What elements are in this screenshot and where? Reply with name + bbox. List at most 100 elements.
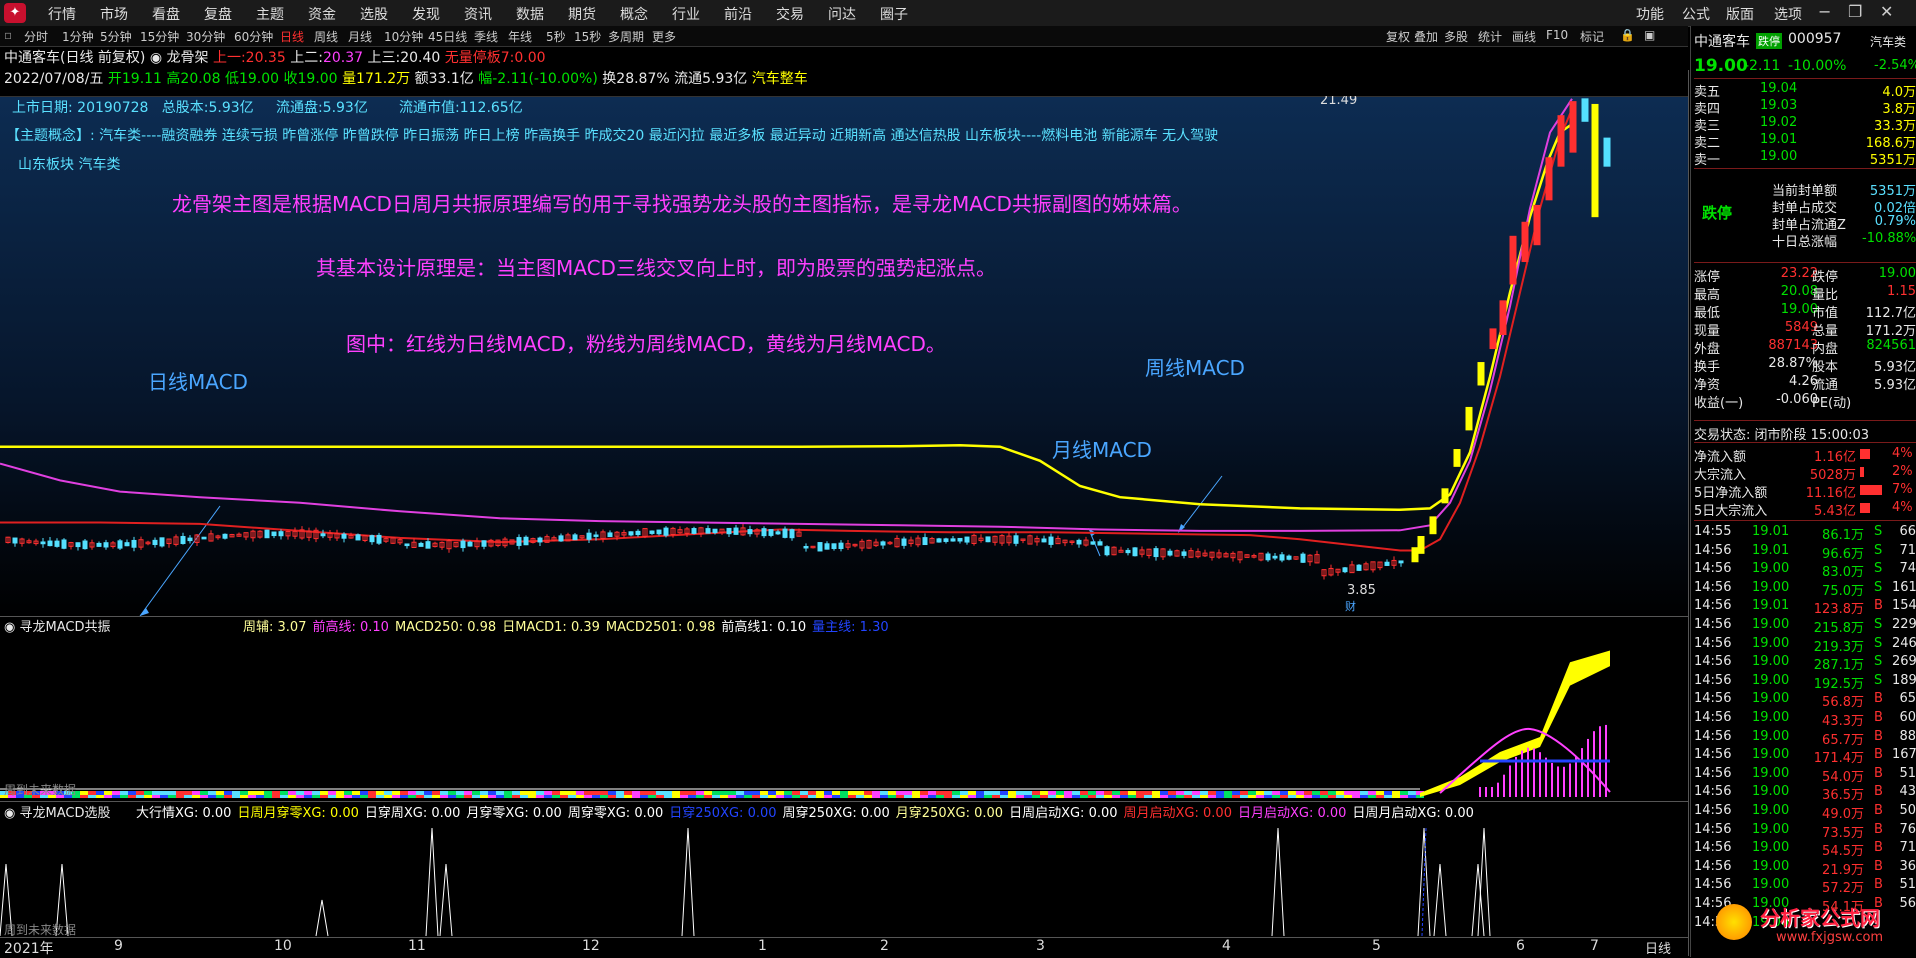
sub1-band xyxy=(896,791,904,795)
rally-candle xyxy=(1509,235,1517,285)
menu-6[interactable]: 选股 xyxy=(360,4,388,24)
toolbar-0[interactable]: 复权 xyxy=(1386,28,1410,45)
tick-count-13: 51 xyxy=(1899,765,1916,781)
restore-icon[interactable]: ❐ xyxy=(1848,2,1862,21)
toolbar-3[interactable]: 统计 xyxy=(1478,28,1502,45)
indicator-toggle-icon[interactable]: ◉ xyxy=(150,50,167,66)
period-3[interactable]: 15分钟 xyxy=(140,28,179,45)
menu-7[interactable]: 发现 xyxy=(412,4,440,24)
period-9[interactable]: 10分钟 xyxy=(384,28,423,45)
menu-12[interactable]: 行业 xyxy=(672,4,700,24)
period-13[interactable]: 5秒 xyxy=(546,28,566,45)
flow-pct-2: 7% xyxy=(1892,482,1913,497)
candle-body xyxy=(936,538,942,543)
stat-value-b-2: 112.7亿 xyxy=(1865,306,1916,321)
candle-body xyxy=(96,542,102,547)
period-11[interactable]: 季线 xyxy=(474,28,498,45)
sub1-band xyxy=(896,795,904,798)
period-0[interactable]: 分时 xyxy=(24,28,48,45)
period-12[interactable]: 年线 xyxy=(508,28,532,45)
menu-right-3[interactable]: 选项 xyxy=(1774,4,1802,24)
minimize-icon[interactable]: − xyxy=(1818,2,1831,21)
rally-candle xyxy=(1591,103,1599,218)
period-toggle-icon[interactable]: ▫ xyxy=(4,28,12,42)
menu-5[interactable]: 资金 xyxy=(308,4,336,24)
period-4[interactable]: 30分钟 xyxy=(186,28,225,45)
time-axis-unit[interactable]: 日线 xyxy=(1645,938,1671,957)
sub1-band xyxy=(112,791,120,795)
shang2-label: 上二: xyxy=(290,50,323,66)
toolbar-1[interactable]: 叠加 xyxy=(1414,28,1438,45)
tick-price-10: 19.00 xyxy=(1752,710,1790,725)
sub1-band xyxy=(1336,791,1344,795)
sub1-band xyxy=(1304,795,1312,798)
menu-4[interactable]: 主题 xyxy=(256,4,284,24)
toolbar-6[interactable]: 标记 xyxy=(1580,28,1604,45)
main-indicator-name[interactable]: 龙骨架 xyxy=(167,50,209,66)
sub1-band xyxy=(344,795,352,798)
sub1-band xyxy=(520,791,528,795)
period-8[interactable]: 月线 xyxy=(348,28,372,45)
candle-body xyxy=(1398,560,1404,564)
bar-change: 幅-2.11(-10.00%) xyxy=(478,71,598,87)
tick-count-17: 71 xyxy=(1899,840,1916,856)
time-label-9: 5 xyxy=(1372,938,1381,954)
lock-icon[interactable]: 🔒 xyxy=(1620,28,1635,42)
sub1-band xyxy=(632,791,640,795)
menu-10[interactable]: 期货 xyxy=(568,4,596,24)
period-10[interactable]: 45日线 xyxy=(428,28,467,45)
app-logo-icon[interactable]: ✦ xyxy=(4,3,26,23)
menu-11[interactable]: 概念 xyxy=(620,4,648,24)
toolbar-4[interactable]: 画线 xyxy=(1512,28,1536,45)
flow-label-0: 净流入额 xyxy=(1694,450,1747,465)
toolbar-2[interactable]: 多股 xyxy=(1444,28,1468,45)
macd-curves xyxy=(0,98,1576,552)
menu-15[interactable]: 问达 xyxy=(828,4,856,24)
sub1-band xyxy=(904,791,912,795)
menu-9[interactable]: 数据 xyxy=(516,4,544,24)
candle-body xyxy=(355,534,361,541)
sub1-band xyxy=(1040,791,1048,795)
menu-right-1[interactable]: 公式 xyxy=(1682,4,1710,24)
menu-2[interactable]: 看盘 xyxy=(152,4,180,24)
watermark-logo-icon xyxy=(1716,904,1752,940)
menu-13[interactable]: 前沿 xyxy=(724,4,752,24)
menu-3[interactable]: 复盘 xyxy=(204,4,232,24)
sub1-band xyxy=(1072,795,1080,798)
tick-side-1: S xyxy=(1874,542,1883,558)
period-6[interactable]: 日线 xyxy=(280,28,304,45)
menu-right-2[interactable]: 版面 xyxy=(1726,4,1754,24)
sub1-band xyxy=(264,795,272,798)
sub1-band xyxy=(408,791,416,795)
menu-0[interactable]: 行情 xyxy=(48,4,76,24)
period-7[interactable]: 周线 xyxy=(314,28,338,45)
sub1-band xyxy=(176,791,184,795)
split-icon[interactable]: ▣ xyxy=(1644,28,1655,42)
rally-candle xyxy=(1489,328,1497,350)
toolbar-5[interactable]: F10 xyxy=(1546,28,1568,42)
menu-right-0[interactable]: 功能 xyxy=(1636,4,1664,24)
close-icon[interactable]: ✕ xyxy=(1880,2,1893,21)
period-14[interactable]: 15秒 xyxy=(574,28,601,45)
period-15[interactable]: 多周期 xyxy=(608,28,644,45)
stat-value-b-4: 824561 xyxy=(1866,338,1916,353)
period-1[interactable]: 1分钟 xyxy=(62,28,94,45)
sub1-band xyxy=(240,795,248,798)
period-5[interactable]: 60分钟 xyxy=(234,28,273,45)
tick-side-2: S xyxy=(1874,561,1883,577)
candle-body xyxy=(950,538,956,542)
candle-body xyxy=(516,537,522,546)
sep-3 xyxy=(1694,262,1916,263)
menu-14[interactable]: 交易 xyxy=(776,4,804,24)
stat-label-a-6: 净资 xyxy=(1694,378,1721,393)
sub1-band xyxy=(1368,791,1376,795)
menu-8[interactable]: 资讯 xyxy=(464,4,492,24)
period-16[interactable]: 更多 xyxy=(652,28,676,45)
menu-16[interactable]: 圈子 xyxy=(880,4,908,24)
quote-sector[interactable]: 汽车类 xyxy=(1870,33,1906,50)
tick-side-0: S xyxy=(1874,524,1883,539)
bar-industry[interactable]: 汽车整车 xyxy=(752,71,808,87)
period-2[interactable]: 5分钟 xyxy=(100,28,132,45)
candle-body xyxy=(985,536,991,543)
menu-1[interactable]: 市场 xyxy=(100,4,128,24)
